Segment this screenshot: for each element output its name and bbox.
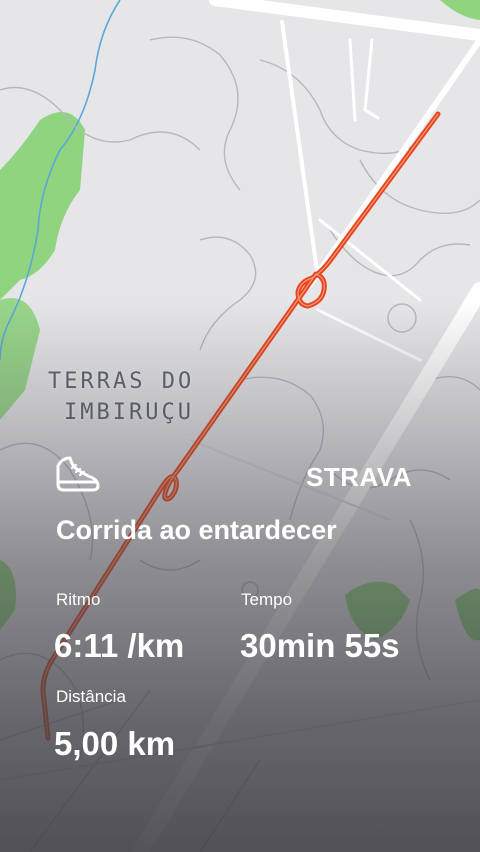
distance-label: Distância xyxy=(56,687,126,706)
time-value: 30min 55s xyxy=(240,627,400,664)
pace-value: 6:11 /km xyxy=(54,627,185,664)
running-shoe-icon xyxy=(56,456,100,492)
strava-logo: STRAVA xyxy=(306,462,413,492)
pace-label: Ritmo xyxy=(56,590,101,609)
activity-title: Corrida ao entardecer xyxy=(56,515,337,545)
activity-overlay: STRAVA Corrida ao entardecer Ritmo 6:11 … xyxy=(0,0,480,852)
time-label: Tempo xyxy=(241,590,293,609)
distance-value: 5,00 km xyxy=(54,725,176,762)
